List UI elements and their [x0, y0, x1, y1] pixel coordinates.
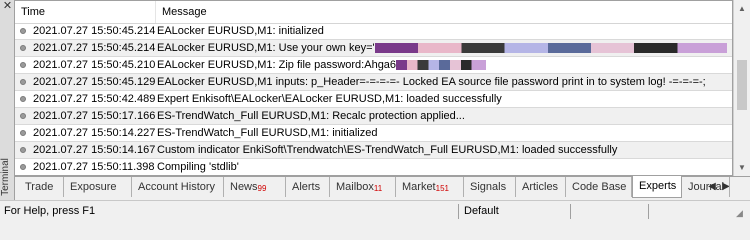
log-message-text: ES-TrendWatch_Full EURUSD,M1: initialize… — [157, 127, 378, 139]
tab-label: Experts — [639, 180, 677, 192]
log-message-text: ES-TrendWatch_Full EURUSD,M1: Recalc pro… — [157, 110, 465, 122]
log-entry-icon — [20, 79, 26, 85]
log-message: EALocker EURUSD,M1: Zip file password:Ah… — [157, 57, 727, 74]
log-message-text: EALocker EURUSD,M1: initialized — [157, 25, 324, 37]
status-divider — [458, 204, 459, 219]
log-time: 2021.07.27 15:50:45.210 — [33, 59, 156, 71]
log-entry-icon — [20, 45, 26, 51]
resize-grip-icon[interactable]: ◢ — [736, 207, 748, 219]
status-profile: Default — [464, 205, 499, 217]
log-time: 2021.07.27 15:50:45.214 — [33, 25, 156, 37]
scroll-down-icon[interactable]: ▼ — [734, 159, 750, 176]
table-row[interactable]: 2021.07.27 15:50:45.214 EALocker EURUSD,M… — [15, 23, 732, 40]
log-message-text: Expert Enkisoft\EALocker\EALocker EURUSD… — [157, 93, 502, 105]
log-message: EALocker EURUSD,M1: initialized — [157, 23, 727, 40]
tab-signals[interactable]: Signals — [464, 177, 516, 197]
log-message: Expert Enkisoft\EALocker\EALocker EURUSD… — [157, 91, 727, 108]
tab-badge: 151 — [435, 184, 449, 193]
log-time: 2021.07.27 15:50:17.166 — [33, 110, 156, 122]
table-row[interactable]: 2021.07.27 15:50:11.398 Compiling 'stdlib… — [15, 159, 732, 175]
tab-label: News — [230, 181, 258, 193]
scroll-thumb[interactable] — [737, 60, 747, 110]
log-message: Compiling 'stdlib' — [157, 159, 727, 175]
tab-label: Code Base — [572, 181, 627, 193]
status-divider — [648, 204, 649, 219]
log-entry-icon — [20, 130, 26, 136]
log-message: Custom indicator EnkiSoft\Trendwatch\ES-… — [157, 142, 727, 159]
tab-market[interactable]: Market151 — [396, 177, 464, 197]
log-entry-icon — [20, 96, 26, 102]
column-header-message[interactable]: Message — [156, 1, 732, 23]
status-help-text: For Help, press F1 — [4, 205, 96, 217]
tab-label: Alerts — [292, 181, 321, 193]
column-header-time[interactable]: Time — [15, 1, 156, 23]
terminal-panel: ✕ Terminal Time Message 2021.07.27 15:50… — [0, 0, 750, 200]
tab-exposure[interactable]: Exposure — [64, 177, 132, 197]
tab-mailbox[interactable]: Mailbox11 — [330, 177, 396, 197]
log-message: ES-TrendWatch_Full EURUSD,M1: Recalc pro… — [157, 108, 727, 125]
log-message-text: EALocker EURUSD,M1: Use your own key=' — [157, 42, 375, 54]
tab-articles[interactable]: Articles — [516, 177, 566, 197]
status-divider — [570, 204, 571, 219]
tab-badge: 11 — [373, 184, 383, 193]
tab-code-base[interactable]: Code Base — [566, 177, 632, 197]
log-entry-icon — [20, 113, 26, 119]
tab-journal[interactable]: Journal — [682, 177, 730, 197]
table-row[interactable]: 2021.07.27 15:50:14.167 Custom indicator … — [15, 142, 732, 159]
log-time: 2021.07.27 15:50:45.214 — [33, 42, 156, 54]
tab-label: Articles — [522, 181, 559, 193]
table-row[interactable]: 2021.07.27 15:50:17.166 ES-TrendWatch_Ful… — [15, 108, 732, 125]
scroll-up-icon[interactable]: ▲ — [734, 0, 750, 17]
log-message-text: EALocker EURUSD,M1: Zip file password:Ah… — [157, 59, 397, 71]
terminal-tabs: ◀ ▶ Trade Exposure Account History News99 Al… — [15, 176, 750, 200]
log-message: EALocker EURUSD,M1: Use your own key='' — [157, 40, 727, 57]
log-entry-icon — [20, 28, 26, 34]
log-time: 2021.07.27 15:50:42.489 — [33, 93, 156, 105]
tab-label: Market — [402, 181, 436, 193]
log-time: 2021.07.27 15:50:14.227 — [33, 127, 156, 139]
terminal-title: Terminal — [0, 158, 11, 196]
terminal-sidebar: ✕ Terminal — [0, 0, 15, 200]
tab-badge: 99 — [257, 184, 267, 193]
table-header: Time Message — [15, 1, 732, 24]
tab-label: Signals — [470, 181, 507, 193]
log-time: 2021.07.27 15:50:45.129 — [33, 76, 156, 88]
tab-label: Exposure — [70, 181, 117, 193]
tab-label: Mailbox — [336, 181, 374, 193]
log-message: ES-TrendWatch_Full EURUSD,M1: initialize… — [157, 125, 727, 142]
log-time: 2021.07.27 15:50:14.167 — [33, 144, 156, 156]
tab-trade[interactable]: Trade — [19, 177, 64, 197]
table-row[interactable]: 2021.07.27 15:50:45.214 EALocker EURUSD,M… — [15, 40, 732, 57]
log-message: EALocker EURUSD,M1 inputs: p_Header=-=-=… — [157, 74, 727, 91]
log-time: 2021.07.27 15:50:11.398 — [33, 161, 155, 173]
log-message-text: EALocker EURUSD,M1 inputs: p_Header=-=-=… — [157, 76, 706, 88]
tab-account-history[interactable]: Account History — [132, 177, 224, 197]
table-row[interactable]: 2021.07.27 15:50:14.227 ES-TrendWatch_Ful… — [15, 125, 732, 142]
experts-log-table: Time Message 2021.07.27 15:50:45.214 EALo… — [15, 0, 733, 176]
tab-label: Trade — [25, 181, 54, 193]
tab-news[interactable]: News99 — [224, 177, 286, 197]
redacted-pixelation — [396, 60, 487, 71]
close-icon[interactable]: ✕ — [2, 1, 13, 12]
table-row[interactable]: 2021.07.27 15:50:45.210 EALocker EURUSD,M… — [15, 57, 732, 74]
tab-label: Journal — [688, 181, 725, 193]
log-entry-icon — [20, 62, 26, 68]
log-entry-icon — [20, 164, 26, 170]
table-row[interactable]: 2021.07.27 15:50:42.489 Expert Enkisoft\E… — [15, 91, 732, 108]
vertical-scrollbar[interactable]: ▲ ▼ — [733, 0, 750, 176]
tab-alerts[interactable]: Alerts — [286, 177, 330, 197]
log-message-text: Custom indicator EnkiSoft\Trendwatch\ES-… — [157, 144, 618, 156]
log-entry-icon — [20, 147, 26, 153]
redacted-pixelation — [374, 43, 727, 54]
table-row[interactable]: 2021.07.27 15:50:45.129 EALocker EURUSD,M… — [15, 74, 732, 91]
tab-experts[interactable]: Experts — [632, 176, 682, 198]
tab-label: Account History — [138, 181, 216, 193]
log-message-text: Compiling 'stdlib' — [157, 161, 239, 173]
status-bar: For Help, press F1 Default ◢ — [0, 200, 750, 221]
